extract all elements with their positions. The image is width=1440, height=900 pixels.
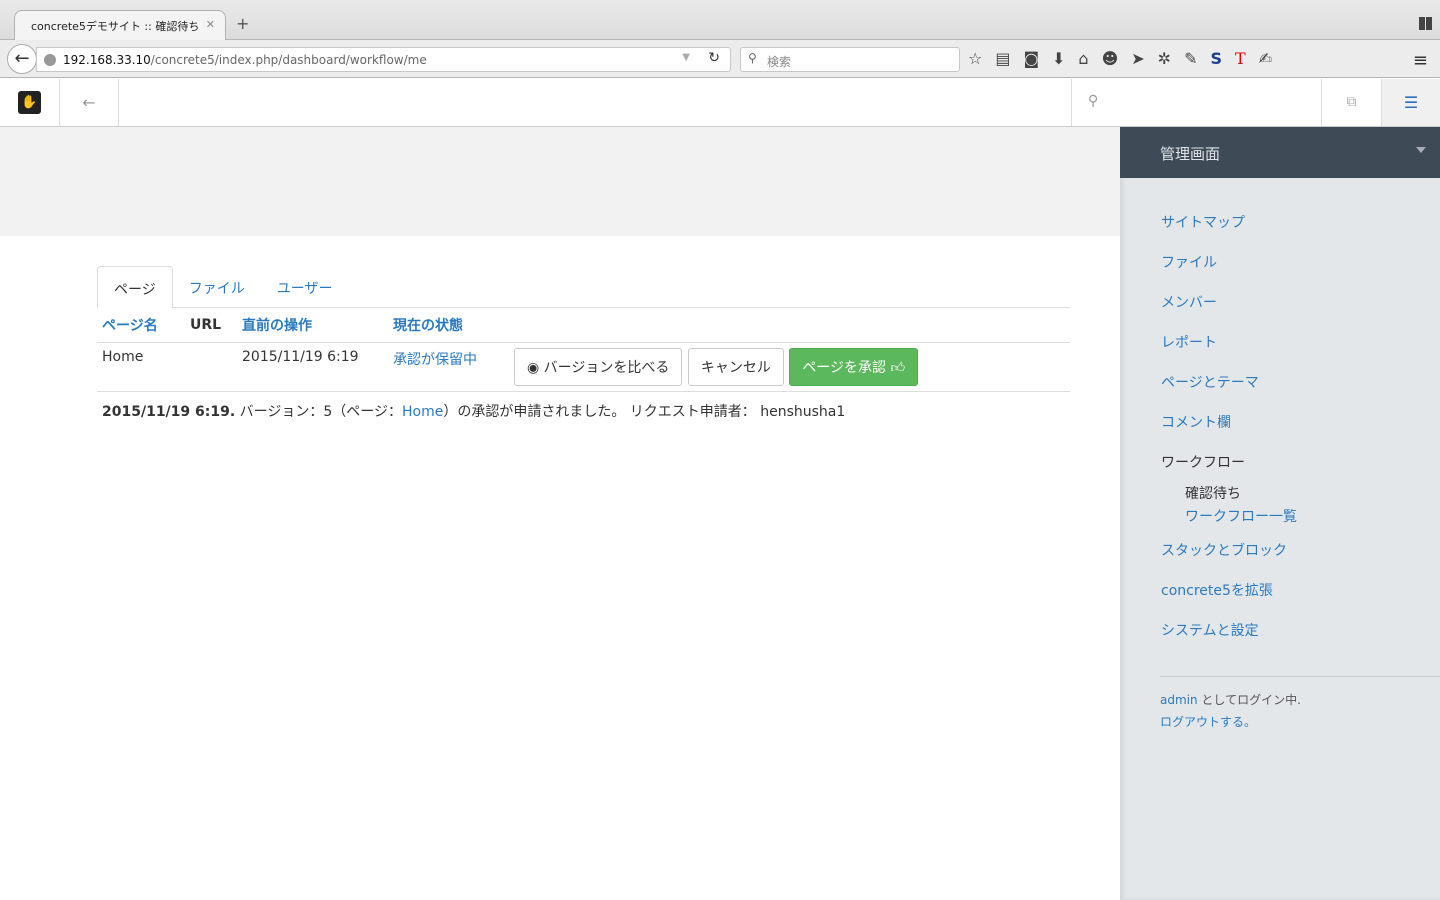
sidebar-item-reports[interactable]: レポート [1161, 332, 1440, 372]
note-date: 2015/11/19 6:19. [102, 404, 236, 420]
header-status[interactable]: 現在の状態 [388, 308, 514, 343]
cell-last-action: 2015/11/19 6:19 [237, 342, 388, 392]
sidebar-item-files[interactable]: ファイル [1161, 252, 1440, 292]
browser-tab-bar: concrete5デモサイト :: 確認待ち ✕ + [0, 0, 1440, 41]
t-extension-icon[interactable]: T [1235, 49, 1246, 68]
user-link[interactable]: admin [1160, 693, 1198, 707]
sidebar-item-workflow[interactable]: ワークフロー [1161, 452, 1440, 483]
bookmark-star-icon[interactable]: ☆ [968, 49, 982, 68]
logout-link[interactable]: ログアウトする。 [1160, 715, 1256, 729]
header-last-action[interactable]: 直前の操作 [237, 308, 388, 343]
compare-label: バージョンを比べる [543, 360, 670, 376]
sidebar-title: 管理画面 [1160, 145, 1221, 163]
sidebar-subitem-pending[interactable]: 確認待ち [1161, 483, 1440, 506]
dropdown-icon[interactable]: ▼ [682, 52, 690, 63]
sidebar-item-pages-themes[interactable]: ページとテーマ [1161, 372, 1440, 412]
sidebar-item-comments[interactable]: コメント欄 [1161, 412, 1440, 452]
status-link[interactable]: 承認が保留中 [393, 352, 477, 368]
approve-page-button[interactable]: ページを承認 👍︎ [789, 348, 919, 386]
workflow-table: ページ名 URL 直前の操作 現在の状態 Home 2015/11/19 6:1… [97, 308, 1070, 392]
note-extension-icon[interactable]: ✍ [1259, 49, 1272, 68]
url-host: 192.168.33.10 [63, 53, 151, 67]
dashboard-sidebar: 管理画面 サイトマップ ファイル メンバー レポート ページとテーマ コメント欄… [1120, 127, 1440, 900]
note-text: バージョン：5（ページ： [239, 404, 402, 420]
globe-icon [44, 54, 56, 66]
hand-logo-icon: ✋ [18, 91, 41, 114]
site-search-icon[interactable]: ⚲ [1071, 79, 1322, 126]
header-url: URL [185, 308, 237, 343]
pocket-icon[interactable]: ◙ [1023, 49, 1039, 68]
cell-url [185, 342, 237, 392]
sidebar-footer: admin としてログイン中. ログアウトする。 [1120, 677, 1440, 733]
dashboard-sliders-icon[interactable]: ☰ [1381, 79, 1440, 126]
concrete5-logo[interactable]: ✋ [0, 79, 60, 126]
eyedropper-icon[interactable]: ✎ [1184, 49, 1197, 68]
note-home-link[interactable]: Home [402, 404, 443, 420]
note-text-2: ）の承認が申請されました。 リクエスト申請者： henshusha1 [443, 404, 846, 420]
header-actions [514, 308, 1070, 343]
table-row: Home 2015/11/19 6:19 承認が保留中 ◉ バージョンを比べる … [97, 342, 1070, 392]
tab-title: concrete5デモサイト :: 確認待ち [31, 20, 200, 33]
logged-in-text: としてログイン中. [1197, 693, 1301, 707]
sidebar-item-sitemap[interactable]: サイトマップ [1161, 212, 1440, 252]
sidebar-item-stacks[interactable]: スタックとブロック [1161, 540, 1440, 580]
search-placeholder: 検索 [767, 55, 792, 69]
cell-page-name: Home [97, 342, 185, 392]
tab-groups-icon[interactable] [1419, 17, 1432, 30]
sidebar-item-system[interactable]: システムと設定 [1161, 620, 1440, 660]
concrete5-toolbar: ✋ ← ⚲ ⧉ ☰ [0, 79, 1440, 127]
reload-icon[interactable]: ↻ [708, 50, 720, 66]
browser-search-input[interactable]: ⚲ 検索 [740, 47, 960, 72]
hamburger-menu-icon[interactable]: ≡ [1413, 50, 1428, 71]
sidebar-subitem-workflow-list[interactable]: ワークフロー一覧 [1161, 506, 1440, 540]
browser-tab[interactable]: concrete5デモサイト :: 確認待ち ✕ [14, 10, 226, 41]
reading-list-icon[interactable]: ▤ [995, 49, 1010, 68]
tab-file[interactable]: ファイル [173, 266, 261, 307]
home-icon[interactable]: ⌂ [1078, 49, 1088, 68]
toolbar-icons: ☆ ▤ ◙ ⬇ ⌂ ☻ ➤ ✲ ✎ S T ✍ [968, 49, 1272, 68]
download-icon[interactable]: ⬇ [1052, 49, 1065, 68]
url-path: /concrete5/index.php/dashboard/workflow/… [150, 53, 427, 67]
cancel-button[interactable]: キャンセル [687, 348, 784, 386]
eye-icon: ◉ [527, 360, 540, 376]
s-extension-icon[interactable]: S [1210, 49, 1222, 68]
sidebar-item-extend[interactable]: concrete5を拡張 [1161, 580, 1440, 620]
caret-down-icon [1416, 147, 1426, 158]
pages-icon[interactable]: ⧉ [1322, 79, 1381, 126]
compare-versions-button[interactable]: ◉ バージョンを比べる [514, 348, 683, 386]
send-icon[interactable]: ➤ [1131, 49, 1144, 68]
header-page-name[interactable]: ページ名 [97, 308, 185, 343]
tab-user[interactable]: ユーザー [261, 266, 349, 307]
search-icon: ⚲ [748, 51, 757, 65]
extension-icon[interactable]: ✲ [1158, 49, 1171, 68]
close-tab-icon[interactable]: ✕ [206, 18, 215, 31]
approve-label: ページを承認 [802, 360, 887, 376]
main-content: ページ ファイル ユーザー ページ名 URL 直前の操作 現在の状態 Home … [97, 266, 1070, 430]
tab-page[interactable]: ページ [97, 266, 173, 309]
thumbs-up-icon: 👍︎ [890, 360, 906, 376]
back-arrow-icon[interactable]: ← [60, 79, 119, 126]
new-tab-button[interactable]: + [236, 14, 249, 33]
workflow-note: 2015/11/19 6:19. バージョン：5（ページ：Home）の承認が申請… [97, 392, 1070, 430]
url-bar[interactable]: 192.168.33.10/concrete5/index.php/dashbo… [36, 47, 731, 72]
sidebar-item-members[interactable]: メンバー [1161, 292, 1440, 332]
sidebar-header[interactable]: 管理画面 [1120, 127, 1440, 178]
back-button[interactable]: ← [7, 44, 37, 74]
browser-toolbar: ← 192.168.33.10/concrete5/index.php/dash… [0, 40, 1440, 78]
workflow-tabs: ページ ファイル ユーザー [97, 266, 1070, 309]
chat-icon[interactable]: ☻ [1102, 49, 1119, 68]
page-header [0, 127, 1120, 236]
